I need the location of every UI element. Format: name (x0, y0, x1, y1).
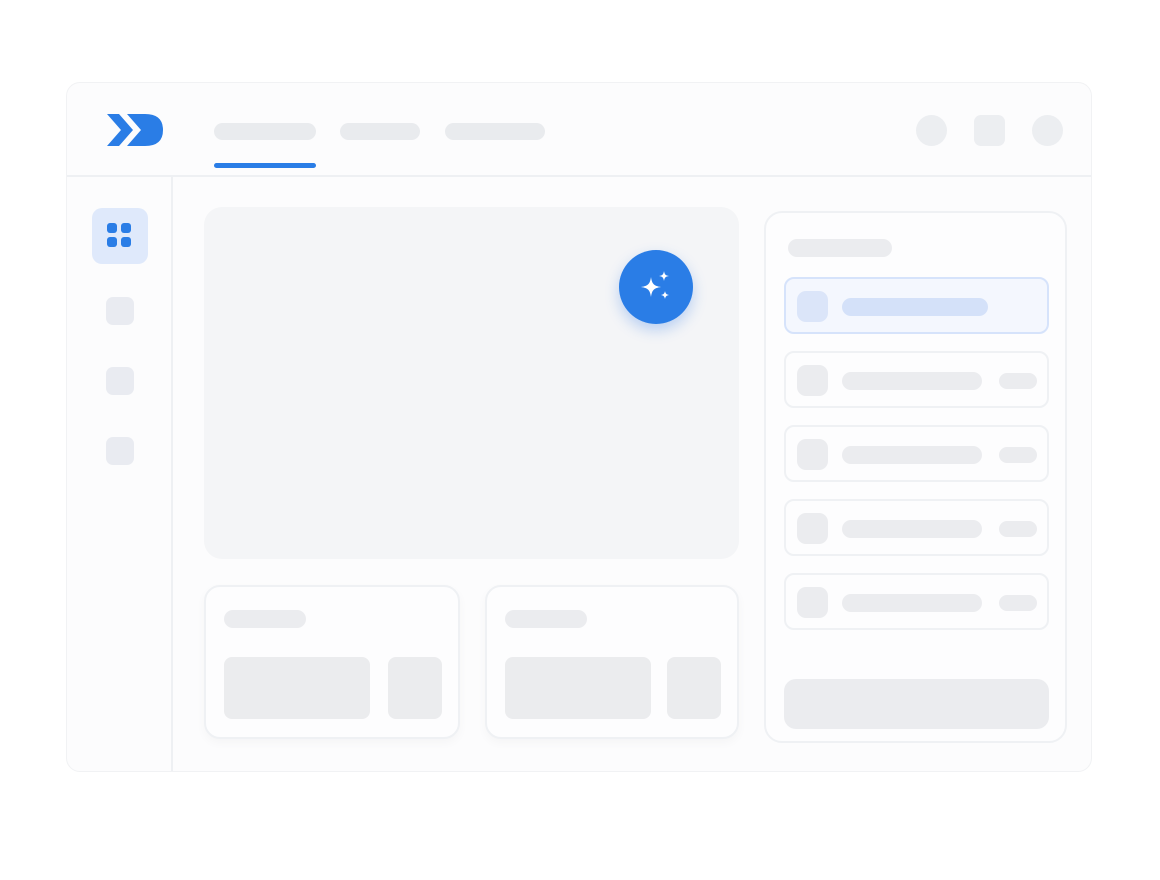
list-item[interactable] (784, 573, 1049, 630)
list-item[interactable] (784, 425, 1049, 482)
list-item-selected[interactable] (784, 277, 1049, 334)
sidebar (67, 177, 173, 771)
nav-tab-2-label (340, 123, 420, 140)
sidebar-item-dashboard[interactable] (92, 208, 148, 264)
list-item-label-placeholder (842, 298, 988, 316)
nav-tab-3-label (445, 123, 545, 140)
card-content-placeholder (505, 657, 651, 719)
card-side-placeholder (388, 657, 442, 719)
list-item-label-placeholder (842, 446, 982, 464)
card-content-placeholder (224, 657, 370, 719)
sidebar-item-3[interactable] (106, 367, 134, 395)
active-tab-indicator (214, 163, 316, 168)
sidebar-item-2[interactable] (106, 297, 134, 325)
nav-tab-3[interactable] (445, 123, 545, 140)
card-title-placeholder (224, 610, 306, 628)
sparkles-icon (641, 271, 669, 299)
nav-tab-2[interactable] (340, 123, 420, 140)
list-item-label-placeholder (842, 594, 982, 612)
list-item-thumbnail (797, 587, 828, 618)
list-item[interactable] (784, 351, 1049, 408)
summary-card[interactable] (204, 585, 460, 739)
list-item-meta-placeholder (999, 595, 1037, 611)
panel-title-placeholder (788, 239, 892, 257)
card-side-placeholder (667, 657, 721, 719)
list-item-label-placeholder (842, 372, 982, 390)
profile-circle-icon[interactable] (1032, 115, 1063, 146)
app-window (66, 82, 1092, 772)
double-chevron-logo-icon (107, 114, 163, 146)
round-action-icon[interactable] (916, 115, 947, 146)
top-bar (67, 83, 1091, 177)
list-item-thumbnail (797, 365, 828, 396)
list-item-label-placeholder (842, 520, 982, 538)
grid-icon (107, 223, 133, 249)
summary-card[interactable] (485, 585, 739, 739)
ai-assist-button[interactable] (619, 250, 693, 324)
panel-action-button[interactable] (784, 679, 1049, 729)
list-item-thumbnail (797, 513, 828, 544)
list-item-meta-placeholder (999, 373, 1037, 389)
sidebar-item-4[interactable] (106, 437, 134, 465)
right-panel (764, 211, 1067, 743)
list-item[interactable] (784, 499, 1049, 556)
list-item-thumbnail (797, 439, 828, 470)
nav-tab-1[interactable] (214, 123, 316, 140)
square-action-icon[interactable] (974, 115, 1005, 146)
nav-tab-1-label (214, 123, 316, 140)
list-item-meta-placeholder (999, 447, 1037, 463)
card-title-placeholder (505, 610, 587, 628)
list-item-thumbnail (797, 291, 828, 322)
list-item-meta-placeholder (999, 521, 1037, 537)
